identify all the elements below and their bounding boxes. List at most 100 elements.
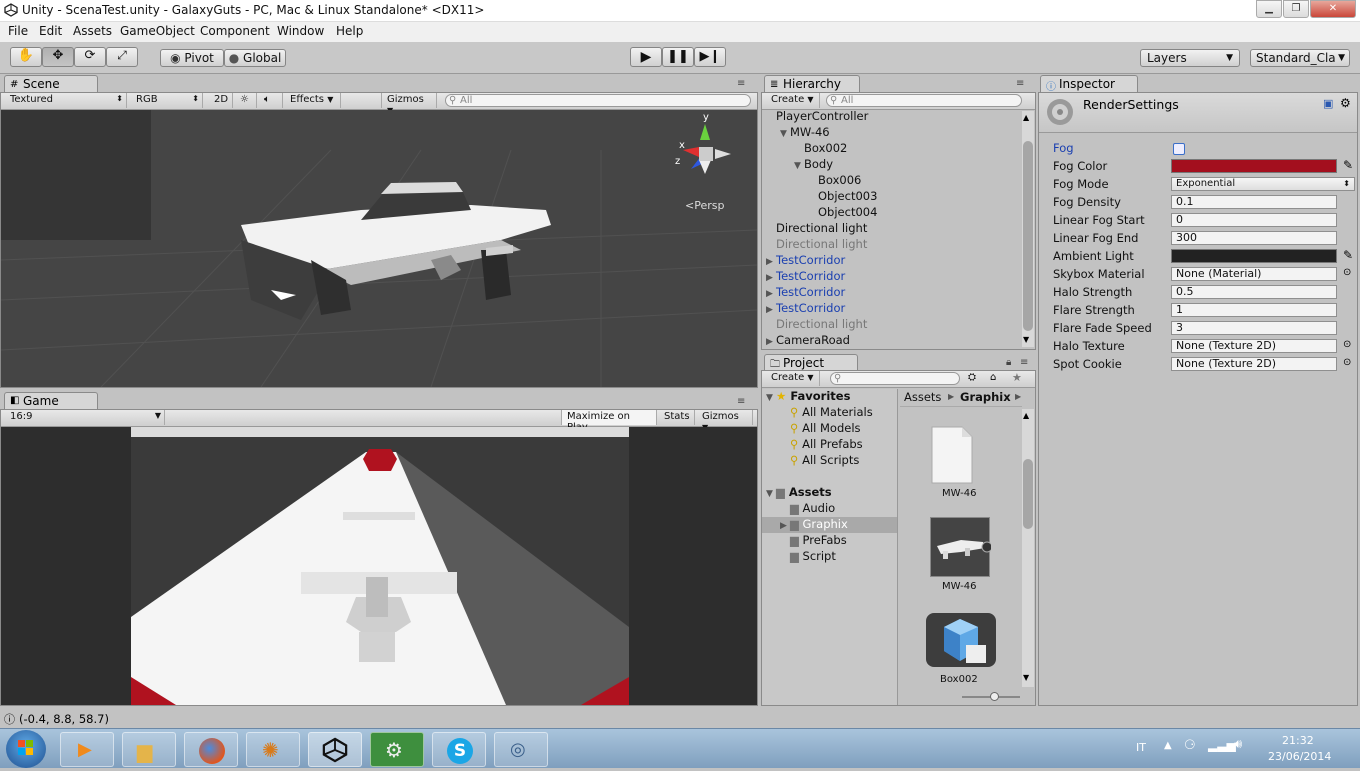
filter-label-icon[interactable]: ⌂ xyxy=(990,372,996,383)
favorite-item[interactable]: ⚲ All Materials xyxy=(790,405,873,421)
hierarchy-create-dropdown[interactable]: Create ▼ xyxy=(766,93,820,108)
language-indicator[interactable]: IT xyxy=(1136,741,1146,754)
object-picker-icon[interactable]: ⊙ xyxy=(1343,267,1351,278)
status-message[interactable]: (-0.4, 8.8, 58.7) xyxy=(19,712,109,726)
filter-type-icon[interactable]: ⛭ xyxy=(968,372,976,383)
number-field[interactable]: 0.1 xyxy=(1171,195,1337,209)
hierarchy-item[interactable]: ▼ Body xyxy=(794,157,833,173)
render-mode-dropdown[interactable]: RGB ⬍ xyxy=(131,93,203,108)
expand-arrow-icon[interactable]: ▼ xyxy=(780,129,790,139)
menu-gameobject[interactable]: GameObject xyxy=(120,24,195,38)
hierarchy-item[interactable]: ▼ MW-46 xyxy=(780,125,830,141)
hierarchy-item[interactable]: PlayerController xyxy=(766,109,868,125)
breadcrumb-assets[interactable]: Assets xyxy=(904,390,941,406)
slider-handle[interactable] xyxy=(990,692,999,701)
layout-dropdown[interactable]: Standard_Cla ▼ xyxy=(1250,49,1350,67)
folder-item[interactable]: ▆ PreFabs xyxy=(790,533,847,549)
2d-toggle[interactable]: 2D xyxy=(209,93,233,108)
color-field[interactable] xyxy=(1171,249,1337,263)
folder-item-selected[interactable]: ▶ ▆ Graphix xyxy=(762,517,897,533)
number-field[interactable]: 0.5 xyxy=(1171,285,1337,299)
taskbar-explorer[interactable]: ▆ xyxy=(122,732,176,767)
number-field[interactable]: 3 xyxy=(1171,321,1337,335)
hand-tool-button[interactable]: ✋ xyxy=(10,47,42,67)
step-button[interactable]: ▶❙ xyxy=(694,47,726,67)
project-create-dropdown[interactable]: Create ▼ xyxy=(766,371,820,386)
object-field[interactable]: None (Texture 2D) xyxy=(1171,339,1337,353)
tray-expand-icon[interactable]: ▲ xyxy=(1164,740,1172,751)
object-picker-icon[interactable]: ⊙ xyxy=(1343,339,1351,350)
collapsed-arrow-icon[interactable]: ▶ xyxy=(766,289,776,299)
close-button[interactable]: ✕ xyxy=(1310,0,1356,18)
hierarchy-item[interactable]: ▶ CameraRoad xyxy=(766,333,850,349)
asset-thumb-prefab[interactable] xyxy=(924,611,998,669)
number-field[interactable]: 1 xyxy=(1171,303,1337,317)
panel-menu-icon[interactable]: ≡ xyxy=(1020,357,1028,368)
effects-dropdown[interactable]: Effects ▼ xyxy=(285,93,341,108)
color-field[interactable] xyxy=(1171,159,1337,173)
favorite-item[interactable]: ⚲ All Prefabs xyxy=(790,437,863,453)
hierarchy-search-input[interactable]: ⚲ All xyxy=(826,94,1022,107)
layers-dropdown[interactable]: Layers ▼ xyxy=(1140,49,1240,67)
hierarchy-scroll-thumb[interactable] xyxy=(1023,141,1033,331)
thumbnail-size-slider[interactable] xyxy=(962,692,1020,701)
hierarchy-item[interactable]: Box006 xyxy=(808,173,861,189)
global-toggle[interactable]: ● Global xyxy=(224,49,286,67)
folder-item[interactable]: ▆ Script xyxy=(790,549,836,565)
gizmos-dropdown[interactable]: Gizmos ▼ xyxy=(381,93,437,115)
clock-date[interactable]: 23/06/2014 xyxy=(1268,750,1331,763)
favorite-star-icon[interactable]: ★ xyxy=(1012,371,1022,384)
taskbar-unity[interactable] xyxy=(308,732,362,767)
taskbar-image-viewer[interactable]: ✺ xyxy=(246,732,300,767)
game-gizmos-dropdown[interactable]: Gizmos ▼ xyxy=(697,410,753,432)
scroll-down-icon[interactable]: ▼ xyxy=(1023,673,1029,682)
collapsed-arrow-icon[interactable]: ▶ xyxy=(766,305,776,315)
menu-help[interactable]: Help xyxy=(336,24,363,38)
tab-hierarchy[interactable]: ≣ Hierarchy xyxy=(764,75,860,93)
asset-thumb-file[interactable] xyxy=(930,425,974,485)
network-tray-icon[interactable]: ⚆ xyxy=(1184,738,1196,753)
favorite-item[interactable]: ⚲ All Scripts xyxy=(790,453,859,469)
collapsed-arrow-icon[interactable]: ▶ xyxy=(766,257,776,267)
hierarchy-item[interactable]: ▶ TestCorridor xyxy=(766,285,845,301)
collapsed-arrow-icon[interactable]: ▶ xyxy=(766,337,776,347)
play-button[interactable]: ▶ xyxy=(630,47,662,67)
aspect-dropdown[interactable]: 16:9 ▼ xyxy=(5,410,165,425)
expand-arrow-icon[interactable]: ▼ xyxy=(794,161,804,171)
menu-file[interactable]: File xyxy=(8,24,28,38)
object-field[interactable]: None (Texture 2D) xyxy=(1171,357,1337,371)
hierarchy-item[interactable]: ▶ TestCorridor xyxy=(766,253,845,269)
project-search-input[interactable]: ⚲ xyxy=(830,372,960,385)
hierarchy-item[interactable]: Box002 xyxy=(794,141,847,157)
favorites-header[interactable]: ▼ ★ Favorites xyxy=(766,389,850,405)
volume-icon[interactable]: 🔊︎ xyxy=(1234,737,1242,752)
game-viewport[interactable] xyxy=(1,427,757,705)
object-picker-icon[interactable]: ⊙ xyxy=(1343,357,1351,368)
scale-tool-button[interactable]: ⤢ xyxy=(106,47,138,67)
hierarchy-item[interactable]: Directional light xyxy=(766,221,867,237)
number-field[interactable]: 0 xyxy=(1171,213,1337,227)
panel-menu-icon[interactable]: ≡ xyxy=(737,396,745,407)
breadcrumb-graphix[interactable]: Graphix xyxy=(960,390,1011,406)
maximize-on-play-toggle[interactable]: Maximize on Play xyxy=(561,410,657,433)
lock-icon[interactable]: 🔒︎ xyxy=(1006,357,1011,368)
fog-checkbox[interactable] xyxy=(1173,143,1185,155)
start-button[interactable] xyxy=(6,730,46,768)
tab-scene[interactable]: # Scene xyxy=(4,75,98,93)
hierarchy-item[interactable]: Directional light xyxy=(766,237,867,253)
hierarchy-item[interactable]: Object004 xyxy=(808,205,877,221)
scroll-up-icon[interactable]: ▲ xyxy=(1023,411,1029,420)
asset-thumb-model[interactable] xyxy=(930,517,993,577)
assets-header[interactable]: ▼ ▆ Assets xyxy=(766,485,832,501)
scene-viewport[interactable]: y x z <Persp xyxy=(1,110,757,387)
taskbar-skype[interactable]: S xyxy=(432,732,486,767)
maximize-button[interactable]: ❐ xyxy=(1283,0,1309,18)
favorite-item[interactable]: ⚲ All Models xyxy=(790,421,861,437)
collapsed-arrow-icon[interactable]: ▶ xyxy=(766,273,776,283)
scroll-down-icon[interactable]: ▼ xyxy=(1023,335,1029,344)
taskbar-steam[interactable]: ⚙ xyxy=(370,732,424,767)
hierarchy-item[interactable]: ▶ TestCorridor xyxy=(766,269,845,285)
hierarchy-item[interactable]: Object003 xyxy=(808,189,877,205)
help-book-icon[interactable]: ▣ xyxy=(1323,97,1333,110)
panel-menu-icon[interactable]: ≡ xyxy=(737,78,745,89)
